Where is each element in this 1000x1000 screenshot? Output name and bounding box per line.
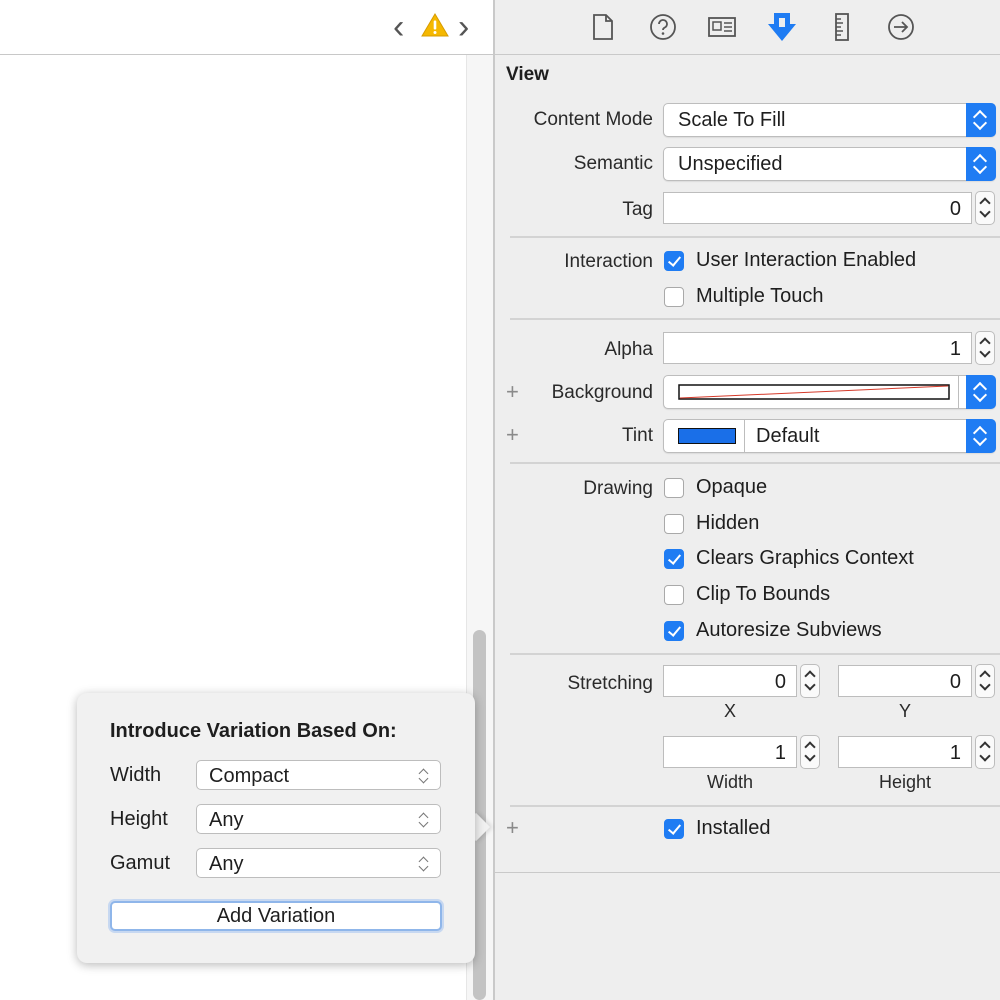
stretching-x-caption: X	[723, 701, 736, 721]
stretching-y-field[interactable]: 0	[838, 665, 972, 697]
height-label: Height	[110, 808, 168, 830]
autoresize-label: Autoresize Subviews	[696, 619, 882, 641]
clears-graphics-checkbox[interactable]	[664, 549, 684, 569]
content-mode-label: Content Mode	[533, 109, 653, 130]
popup-divider	[958, 375, 959, 409]
height-select[interactable]: Any	[196, 804, 441, 834]
tint-color-swatch	[678, 428, 736, 444]
alpha-stepper[interactable]	[975, 331, 995, 365]
popup-arrows-icon	[966, 103, 996, 137]
user-interaction-checkbox[interactable]	[664, 251, 684, 271]
stretching-label: Stretching	[567, 673, 653, 694]
semantic-label: Semantic	[573, 153, 653, 174]
stretching-x-field[interactable]: 0	[663, 665, 797, 697]
installed-label: Installed	[696, 817, 771, 839]
multiple-touch-label: Multiple Touch	[696, 285, 824, 307]
separator	[495, 872, 1000, 873]
alpha-field[interactable]: 1	[663, 332, 972, 364]
background-color-popup[interactable]	[663, 375, 996, 409]
ruler-icon[interactable]	[825, 10, 859, 44]
user-interaction-label: User Interaction Enabled	[696, 249, 917, 271]
drawing-label: Drawing	[583, 478, 653, 499]
tag-label: Tag	[622, 199, 653, 220]
separator	[510, 236, 1000, 238]
popup-arrows-icon	[966, 419, 996, 453]
clip-to-bounds-checkbox[interactable]	[664, 585, 684, 605]
separator	[510, 805, 1000, 807]
opaque-checkbox[interactable]	[664, 478, 684, 498]
separator	[510, 318, 1000, 320]
semantic-popup[interactable]: Unspecified	[663, 147, 996, 181]
opaque-label: Opaque	[696, 476, 768, 498]
stretching-height-caption: Height	[878, 772, 932, 792]
tint-popup[interactable]: Default	[663, 419, 996, 453]
installed-plus-icon[interactable]: +	[506, 815, 519, 841]
separator	[510, 462, 1000, 464]
stretching-width-caption: Width	[706, 772, 753, 792]
help-icon[interactable]	[646, 10, 680, 44]
tag-stepper[interactable]	[975, 191, 995, 225]
forward-chevron-icon[interactable]: ›	[458, 10, 469, 44]
width-select[interactable]: Compact	[196, 760, 441, 790]
gamut-label: Gamut	[110, 852, 171, 874]
content-mode-value: Scale To Fill	[678, 109, 786, 131]
installed-checkbox[interactable]	[664, 819, 684, 839]
stretching-height-stepper[interactable]	[975, 735, 995, 769]
clip-to-bounds-label: Clip To Bounds	[696, 583, 831, 605]
alpha-label: Alpha	[604, 339, 653, 360]
back-chevron-icon[interactable]: ‹	[393, 10, 404, 44]
tag-field[interactable]: 0	[663, 192, 972, 224]
file-icon[interactable]	[586, 10, 620, 44]
editor-jump-bar	[0, 0, 493, 55]
semantic-value: Unspecified	[678, 153, 783, 175]
clears-graphics-label: Clears Graphics Context	[696, 547, 914, 569]
connections-icon[interactable]	[884, 10, 918, 44]
stretching-width-field[interactable]: 1	[663, 736, 797, 768]
tint-label: Tint	[622, 425, 653, 446]
popover-title: Introduce Variation Based On:	[110, 720, 397, 742]
section-title-view: View	[506, 64, 549, 85]
autoresize-checkbox[interactable]	[664, 621, 684, 641]
popup-arrows-icon	[966, 375, 996, 409]
clear-color-swatch-icon	[678, 384, 950, 400]
gamut-select[interactable]: Any	[196, 848, 441, 878]
inspector-tab-bar	[495, 0, 1000, 55]
warning-icon[interactable]	[421, 12, 449, 43]
identity-icon[interactable]	[705, 10, 739, 44]
background-label: Background	[551, 382, 653, 403]
attributes-icon[interactable]	[765, 10, 799, 44]
add-variation-button[interactable]: Add Variation	[110, 901, 442, 931]
interaction-label: Interaction	[564, 251, 653, 272]
popup-arrows-icon	[966, 147, 996, 181]
tint-value: Default	[756, 425, 820, 447]
multiple-touch-checkbox[interactable]	[664, 287, 684, 307]
stretching-y-stepper[interactable]	[975, 664, 995, 698]
hidden-label: Hidden	[696, 512, 760, 534]
hidden-checkbox[interactable]	[664, 514, 684, 534]
width-label: Width	[110, 764, 162, 786]
stretching-width-stepper[interactable]	[800, 735, 820, 769]
separator	[510, 653, 1000, 655]
stretching-height-field[interactable]: 1	[838, 736, 972, 768]
stretching-y-caption: Y	[898, 701, 911, 721]
content-mode-popup[interactable]: Scale To Fill	[663, 103, 996, 137]
stretching-x-stepper[interactable]	[800, 664, 820, 698]
